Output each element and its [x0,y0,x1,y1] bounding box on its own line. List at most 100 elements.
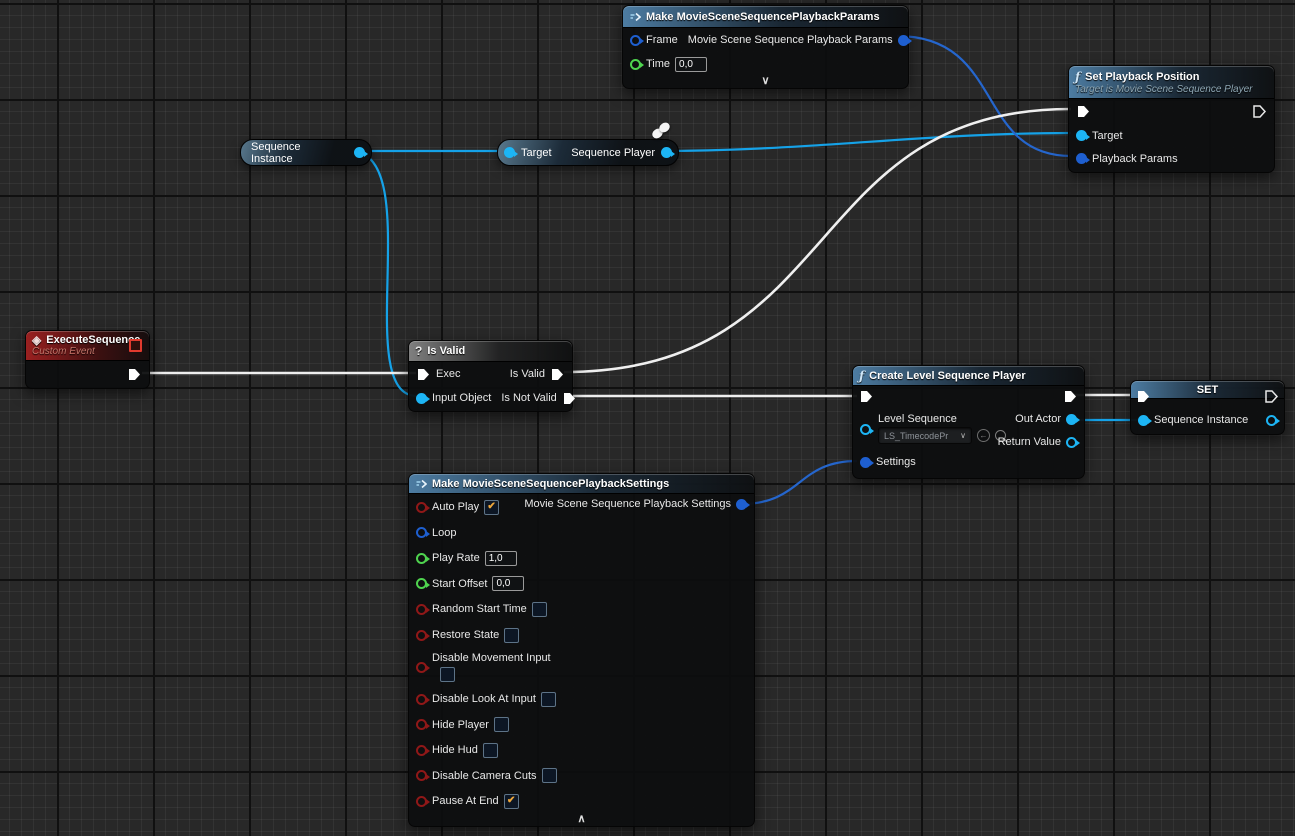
pin-level-sequence-label: Level Sequence [878,413,957,425]
pin-playback-params-out[interactable] [898,35,909,46]
pin-return-value-label: Return Value [998,436,1061,448]
exec-out-pin[interactable] [1252,104,1267,119]
pin-target[interactable] [1076,130,1087,141]
hide-player-checkbox[interactable] [494,717,509,732]
pin-restore-state-label: Restore State [432,629,499,641]
pin-isnotvalid-label: Is Not Valid [501,392,556,404]
pin-sequence-instance-label: Sequence Instance [1154,414,1248,426]
exec-out-pin[interactable] [1264,389,1279,404]
pin-playback-params[interactable] [1076,153,1087,164]
wire-sequence-player-to-target[interactable] [655,133,1071,151]
node-is-valid[interactable]: ? Is Valid Exec Is Valid Input Object Is… [408,340,573,412]
pin-target-label: Target [521,147,552,159]
pin-settings-out[interactable] [736,499,747,510]
exec-isvalid-out-pin[interactable] [550,367,565,382]
chevron-up-icon[interactable]: ∧ [409,813,754,825]
start-offset-input[interactable] [492,576,524,591]
pin-time-label: Time [646,58,670,70]
wire-sequence-instance-to-input-object[interactable] [350,151,417,396]
question-mark-icon: ? [415,344,422,358]
pin-disable-look-at-input[interactable] [416,694,427,705]
play-rate-input[interactable] [485,551,517,566]
pin-input-object[interactable] [416,393,427,404]
asset-name: LS_TimecodePr [884,431,948,441]
pin-time[interactable] [630,59,641,70]
random-start-time-checkbox[interactable] [532,602,547,617]
pin-sequence-instance-out[interactable] [1266,415,1277,426]
exec-out-pin[interactable] [1063,389,1078,404]
node-create-level-sequence-player[interactable]: ƒ Create Level Sequence Player Level Seq… [852,365,1085,479]
exec-in-pin[interactable] [1136,389,1151,404]
pin-settings[interactable] [860,457,871,468]
pin-isvalid-label: Is Valid [510,368,545,380]
node-set-sequence-instance[interactable]: SET Sequence Instance [1130,380,1285,435]
node-execute-sequence-event[interactable]: ◈ ExecuteSequence Custom Event [25,330,150,389]
delegate-pin[interactable] [129,339,142,352]
node-title: Create Level Sequence Player [869,370,1026,382]
pin-sequence-player-out[interactable] [661,147,672,158]
node-title: Set Playback Position [1085,71,1199,83]
event-icon: ◈ [32,334,41,346]
disable-look-at-input-checkbox[interactable] [541,692,556,707]
node-set-playback-position[interactable]: ƒ Set Playback Position Target is Movie … [1068,65,1275,173]
pin-auto-play[interactable] [416,502,427,513]
wire-settings-to-settings[interactable] [741,461,857,504]
hide-hud-checkbox[interactable] [483,743,498,758]
node-get-sequence-player[interactable]: Target Sequence Player [497,139,679,166]
restore-state-checkbox[interactable] [504,628,519,643]
pause-at-end-checkbox[interactable]: ✔ [504,794,519,809]
pin-hide-player-label: Hide Player [432,719,489,731]
pin-disable-movement-input-label: Disable Movement Input [432,652,551,664]
pin-pause-at-end-label: Pause At End [432,795,499,807]
pin-start-offset-label: Start Offset [432,578,487,590]
chevron-down-icon[interactable]: ∨ [623,75,908,87]
disable-camera-cuts-checkbox[interactable] [542,768,557,783]
exec-in-pin[interactable] [1076,104,1091,119]
pin-play-rate[interactable] [416,553,427,564]
exec-in-pin[interactable] [859,389,874,404]
pin-output-label: Movie Scene Sequence Playback Params [688,34,893,46]
pin-hide-hud-label: Hide Hud [432,744,478,756]
exec-isnotvalid-out-pin[interactable] [562,391,577,406]
pin-random-start-time[interactable] [416,604,427,615]
pin-return-value[interactable] [1066,437,1077,448]
node-get-sequence-instance[interactable]: Sequence Instance [240,139,372,166]
pin-target-in[interactable] [504,147,515,158]
time-value-input[interactable] [675,57,707,72]
pin-frame[interactable] [630,35,641,46]
node-subtitle: Target is Movie Scene Sequence Player [1075,84,1253,95]
pin-sequence-instance-in[interactable] [1138,415,1149,426]
pin-input-object-label: Input Object [432,392,491,404]
pin-disable-camera-cuts[interactable] [416,770,427,781]
pin-out-actor[interactable] [1066,414,1077,425]
node-make-playback-params[interactable]: Make MovieSceneSequencePlaybackParams Fr… [622,5,909,89]
node-make-playback-settings[interactable]: Make MovieSceneSequencePlaybackSettings … [408,473,755,827]
pin-loop[interactable] [416,527,427,538]
pin-random-start-time-label: Random Start Time [432,603,527,615]
blueprint-graph-canvas[interactable]: Make MovieSceneSequencePlaybackParams Fr… [0,0,1295,836]
pin-start-offset[interactable] [416,578,427,589]
pin-exec-label: Exec [436,368,460,380]
pin-restore-state[interactable] [416,630,427,641]
pin-sequence-player-label: Sequence Player [571,147,655,159]
node-title: Is Valid [427,345,465,357]
pin-disable-camera-cuts-label: Disable Camera Cuts [432,770,537,782]
exec-in-pin[interactable] [416,367,431,382]
node-subtitle: Custom Event [32,346,95,357]
pin-settings-output-label: Movie Scene Sequence Playback Settings [524,498,731,510]
exec-out-pin[interactable] [127,367,142,382]
node-title: SET [1197,384,1218,396]
make-struct-icon [415,478,427,490]
pin-play-rate-label: Play Rate [432,552,480,564]
pin-hide-hud[interactable] [416,745,427,756]
pin-settings-label: Settings [876,456,916,468]
pin-disable-movement-input[interactable] [416,662,427,673]
pin-disable-look-at-input-label: Disable Look At Input [432,693,536,705]
pin-hide-player[interactable] [416,719,427,730]
pin-pause-at-end[interactable] [416,796,427,807]
pin-sequence-instance-out[interactable] [354,147,365,158]
pin-level-sequence[interactable] [860,424,871,435]
variable-label: Sequence Instance [247,141,342,165]
function-icon: ƒ [859,369,864,383]
disable-movement-input-checkbox[interactable] [440,667,455,682]
